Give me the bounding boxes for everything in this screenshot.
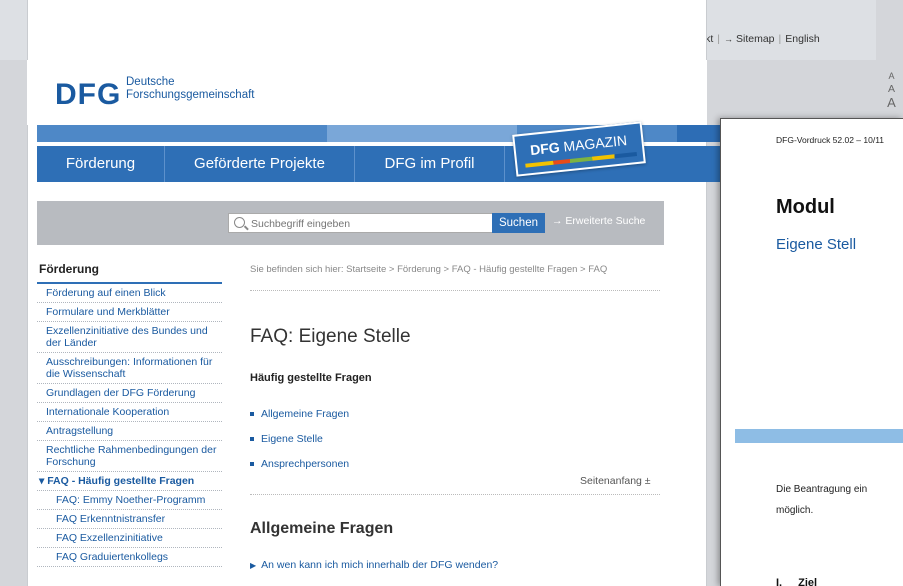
top-nav-link[interactable]: English xyxy=(785,33,819,45)
main-content: Sie befinden sich hier: Startseite > För… xyxy=(250,258,660,571)
back-to-top-link[interactable]: Seitenanfang ± xyxy=(580,475,651,487)
sidebar-subitem[interactable]: FAQ Erkenntnistransfer xyxy=(37,510,222,529)
faq-link-list: Allgemeine Fragen Eigene Stelle Ansprech… xyxy=(250,408,660,470)
page-title: FAQ: Eigene Stelle xyxy=(250,326,411,347)
dfg-logo[interactable]: DFG xyxy=(55,78,121,112)
sidebar-item[interactable]: Antragstellung xyxy=(37,422,222,441)
sidebar-item[interactable]: Ausschreibungen: Informationen für die W… xyxy=(37,353,222,384)
document-subtitle: Eigene Stell xyxy=(776,236,857,253)
nav-separator: | xyxy=(778,33,782,45)
sidebar-item[interactable]: Formulare und Merkblätter xyxy=(37,303,222,322)
font-large-button[interactable]: A xyxy=(880,96,903,109)
triangle-right-icon: ▶ xyxy=(250,561,257,570)
section-subtitle: Häufig gestellte Fragen xyxy=(250,372,372,384)
sidebar-subitem[interactable]: FAQ Graduiertenkollegs xyxy=(37,548,222,567)
pdf-document-overlay[interactable]: DFG-Vordruck 52.02 – 10/11 Modul Eigene … xyxy=(720,118,903,586)
sidebar-item[interactable]: Förderung auf einen Blick xyxy=(37,284,222,303)
logo-text: Deutsche Forschungsgemeinschaft xyxy=(126,76,255,101)
document-color-band xyxy=(735,429,903,443)
header-logo-area: DFG Deutsche Forschungsgemeinschaft xyxy=(27,60,707,125)
nav-separator: | xyxy=(717,33,720,45)
sidebar: Förderung Förderung auf einen Blick Formu… xyxy=(37,258,222,567)
font-size-controls: A A A xyxy=(880,70,903,109)
faq-question[interactable]: ▶ An wen kann ich mich innerhalb der DFG … xyxy=(250,559,498,571)
document-paragraph: Die Beantragung ein möglich. xyxy=(776,484,868,516)
sidebar-item[interactable]: Internationale Kooperation xyxy=(37,403,222,422)
search-button[interactable]: Suchen xyxy=(492,213,545,233)
sidebar-item[interactable]: Grundlagen der DFG Förderung xyxy=(37,384,222,403)
divider xyxy=(250,494,660,495)
sidebar-item[interactable]: Exzellenzinitiative des Bundes und der L… xyxy=(37,322,222,353)
document-title: Modul xyxy=(776,196,835,218)
search-input[interactable] xyxy=(251,216,521,231)
sidebar-subitem[interactable]: FAQ: Emmy Noether-Programm xyxy=(37,491,222,510)
breadcrumb: Sie befinden sich hier: Startseite > För… xyxy=(250,258,660,291)
advanced-search-link[interactable]: → Erweiterte Suche xyxy=(552,215,645,227)
sidebar-title: Förderung xyxy=(37,258,222,284)
sidebar-subitem[interactable]: FAQ Exzellenzinitiative xyxy=(37,529,222,548)
sidebar-item-faq[interactable]: ▾ FAQ - Häufig gestellte Fragen xyxy=(37,472,222,491)
nav-dfg-im-profil[interactable]: DFG im Profil xyxy=(355,146,505,182)
document-form-number: DFG-Vordruck 52.02 – 10/11 xyxy=(776,135,885,145)
top-nav-link[interactable]: → Sitemap xyxy=(724,33,775,45)
link-ansprechpersonen[interactable]: Ansprechpersonen xyxy=(250,458,660,470)
search-box xyxy=(228,213,529,233)
font-small-button[interactable]: A xyxy=(880,70,903,83)
document-section-heading: I. Ziel xyxy=(776,577,818,586)
link-allgemeine-fragen[interactable]: Allgemeine Fragen xyxy=(250,408,660,420)
nav-gefoerderte-projekte[interactable]: Geförderte Projekte xyxy=(165,146,355,182)
nav-foerderung[interactable]: Förderung xyxy=(37,146,165,182)
search-bar: Suchen → Erweiterte Suche xyxy=(37,201,664,245)
sidebar-item[interactable]: Rechtliche Rahmenbedingungen der Forschu… xyxy=(37,441,222,472)
section-heading: Allgemeine Fragen xyxy=(250,520,394,537)
search-icon xyxy=(234,217,245,228)
link-eigene-stelle[interactable]: Eigene Stelle xyxy=(250,433,660,445)
arrow-right-icon: → xyxy=(724,34,733,44)
